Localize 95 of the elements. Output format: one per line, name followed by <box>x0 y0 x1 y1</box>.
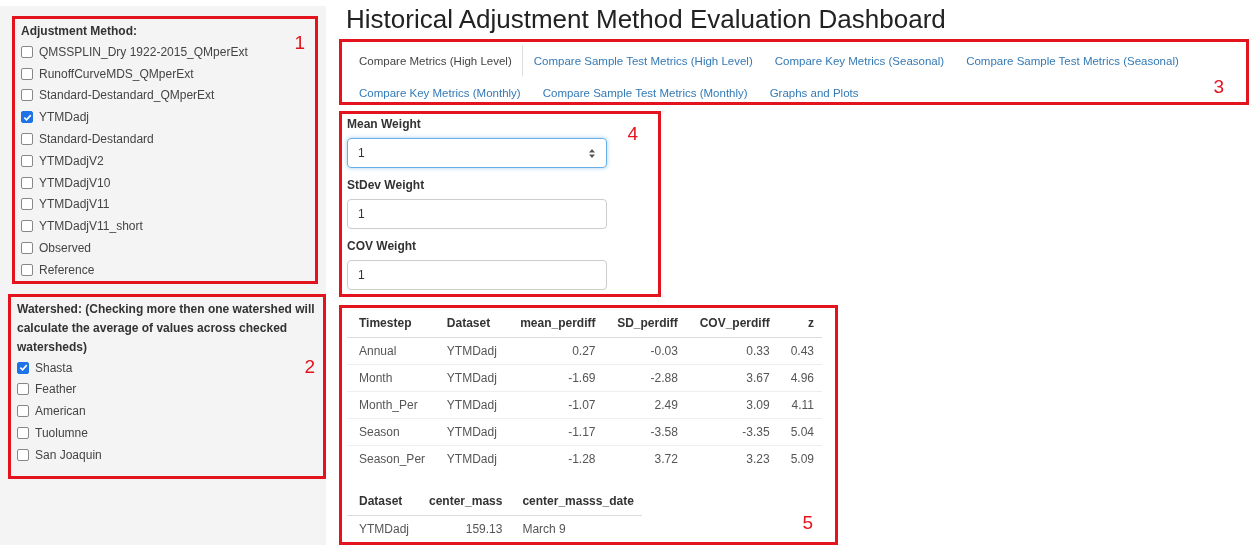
checkbox[interactable] <box>21 220 33 233</box>
table-cell: 5.04 <box>777 418 822 445</box>
tab[interactable]: Compare Sample Test Metrics (High Level) <box>522 45 764 77</box>
table-cell: Annual <box>347 337 435 364</box>
number-field[interactable]: 1 <box>347 260 607 290</box>
callout-number: 3 <box>1213 77 1224 96</box>
checkbox-label[interactable]: YTMDadjV11 <box>39 195 110 214</box>
checkbox[interactable] <box>21 263 33 276</box>
checkbox[interactable] <box>21 154 33 167</box>
callout-number: 5 <box>802 513 813 532</box>
column-header: Timestep <box>347 310 435 337</box>
tab[interactable]: Compare Metrics (High Level) <box>348 45 523 77</box>
checkbox-label[interactable]: Reference <box>39 260 95 279</box>
table-cell: 5.09 <box>777 445 822 472</box>
tab[interactable]: Graphs and Plots <box>758 77 870 109</box>
callout-number: 1 <box>294 33 305 52</box>
table-cell: Month <box>347 364 435 391</box>
table-cell: 3.09 <box>685 391 778 418</box>
checkbox-label[interactable]: YTMDadjV2 <box>39 151 104 170</box>
checkbox[interactable] <box>17 448 29 461</box>
checkbox[interactable] <box>21 89 33 102</box>
table-cell: 2.49 <box>603 391 686 418</box>
tab[interactable]: Compare Sample Test Metrics (Monthly) <box>531 77 759 109</box>
table-cell: YTMDadj <box>434 391 507 418</box>
column-header: Dataset <box>434 310 507 337</box>
page-title: Historical Adjustment Method Evaluation Dashboard <box>346 4 947 34</box>
checkbox-label[interactable]: YTMDadjV10 <box>39 173 111 192</box>
tab[interactable]: Compare Key Metrics (Monthly) <box>348 77 532 109</box>
checkbox[interactable] <box>17 427 29 440</box>
table-cell: March 9 <box>510 515 642 542</box>
column-header: COV_perdiff <box>685 310 778 337</box>
column-header: z <box>777 310 822 337</box>
table-cell: Season <box>347 418 435 445</box>
table-cell: -1.69 <box>506 364 604 391</box>
checkbox-label[interactable]: Tuolumne <box>35 424 88 443</box>
table-cell: 0.33 <box>685 337 778 364</box>
column-header: Dataset <box>347 488 417 515</box>
table-cell: YTMDadj <box>347 515 417 542</box>
column-header: SD_perdiff <box>603 310 686 337</box>
checkbox[interactable] <box>17 361 29 374</box>
checkbox-label[interactable]: YTMDadj <box>39 108 89 127</box>
callout-number: 4 <box>627 124 638 143</box>
table-cell: -2.88 <box>603 364 686 391</box>
checkbox-label[interactable]: Standard-Destandard_QMperExt <box>39 86 215 105</box>
number-field[interactable]: 1 <box>347 199 607 229</box>
checkbox[interactable] <box>17 383 29 396</box>
field-label: StDev Weight <box>347 178 426 192</box>
column-header: center_masss_date <box>510 488 642 515</box>
table-cell: Month_Per <box>347 391 435 418</box>
group-label: Adjustment Method: <box>21 23 138 40</box>
checkbox[interactable] <box>21 45 33 58</box>
table-cell: 159.13 <box>417 515 511 542</box>
table-cell: -3.58 <box>603 418 686 445</box>
group-label: Watershed: (Checking more then one watershed will calculate the average of values across checked watersheds) <box>17 300 316 356</box>
checkbox-label[interactable]: QMSSPLIN_Dry 1922-2015_QMperExt <box>39 42 248 61</box>
table-cell: -1.07 <box>506 391 604 418</box>
field-label: Mean Weight <box>347 117 422 131</box>
field-label: COV Weight <box>347 239 418 253</box>
table-cell: -3.35 <box>685 418 778 445</box>
checkbox-label[interactable]: YTMDadjV11_short <box>39 217 143 236</box>
callout-number: 2 <box>304 356 315 376</box>
table-cell: YTMDadj <box>434 418 507 445</box>
checkbox-label[interactable]: Feather <box>35 380 77 399</box>
checkbox[interactable] <box>21 133 33 146</box>
table-cell: 3.23 <box>685 445 778 472</box>
table-cell: YTMDadj <box>434 337 507 364</box>
table-cell: -1.17 <box>506 418 604 445</box>
table-cell: 0.27 <box>506 337 604 364</box>
table-cell: Season_Per <box>347 445 435 472</box>
checkbox[interactable] <box>17 405 29 418</box>
checkbox-label[interactable]: RunoffCurveMDS_QMperExt <box>39 64 194 83</box>
table-cell: 3.72 <box>603 445 686 472</box>
checkbox-label[interactable]: American <box>35 402 86 421</box>
table-cell: YTMDadj <box>434 445 507 472</box>
checkbox[interactable] <box>21 242 33 255</box>
checkbox-label[interactable]: Shasta <box>35 358 73 377</box>
column-header: mean_perdiff <box>506 310 604 337</box>
checkbox[interactable] <box>21 67 33 80</box>
table-cell: YTMDadj <box>434 364 507 391</box>
table-cell: -0.03 <box>603 337 686 364</box>
tab[interactable]: Compare Sample Test Metrics (Seasonal) <box>955 45 1190 77</box>
checkbox[interactable] <box>21 198 33 211</box>
table-cell: 4.11 <box>777 391 822 418</box>
table-cell: 4.96 <box>777 364 822 391</box>
number-field[interactable]: 1 <box>347 138 607 168</box>
checkbox-label[interactable]: Observed <box>39 239 92 258</box>
table-cell: 3.67 <box>685 364 778 391</box>
checkbox[interactable] <box>21 176 33 189</box>
checkbox[interactable] <box>21 111 33 124</box>
table-cell: 0.43 <box>777 337 822 364</box>
table-cell: -1.28 <box>506 445 604 472</box>
tab[interactable]: Compare Key Metrics (Seasonal) <box>763 45 956 77</box>
column-header: center_mass <box>417 488 511 515</box>
checkbox-label[interactable]: Standard-Destandard <box>39 130 154 149</box>
checkbox-label[interactable]: San Joaquin <box>35 445 102 464</box>
